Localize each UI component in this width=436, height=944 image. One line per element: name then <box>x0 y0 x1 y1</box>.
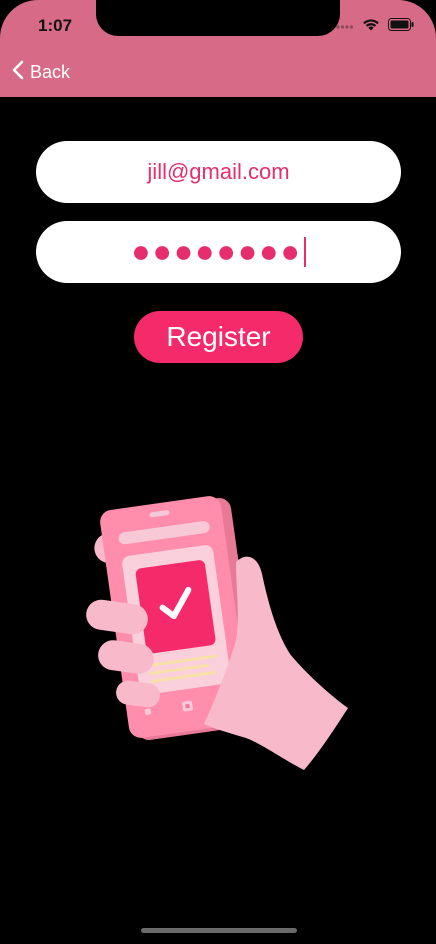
phone-screen: 1:07 Back jill@gmail.com ●●●●●●●● Regist… <box>0 0 436 944</box>
status-icons <box>336 18 414 36</box>
cellular-signal-icon <box>336 18 354 36</box>
back-button[interactable]: Back <box>12 60 70 85</box>
app-header: 1:07 Back <box>0 0 436 97</box>
register-button[interactable]: Register <box>134 311 303 363</box>
wifi-icon <box>362 18 380 36</box>
password-masked-value: ●●●●●●●● <box>131 233 302 269</box>
battery-icon <box>388 18 414 36</box>
status-time: 1:07 <box>38 16 73 35</box>
email-input[interactable] <box>36 158 401 186</box>
password-field[interactable]: ●●●●●●●● <box>36 221 401 283</box>
device-notch <box>96 0 340 36</box>
home-indicator[interactable] <box>141 928 297 933</box>
phone-checkmark-illustration <box>86 492 354 774</box>
email-field-container <box>36 141 401 203</box>
back-label: Back <box>30 62 71 82</box>
chevron-left-icon <box>12 60 24 85</box>
text-caret <box>303 237 306 267</box>
